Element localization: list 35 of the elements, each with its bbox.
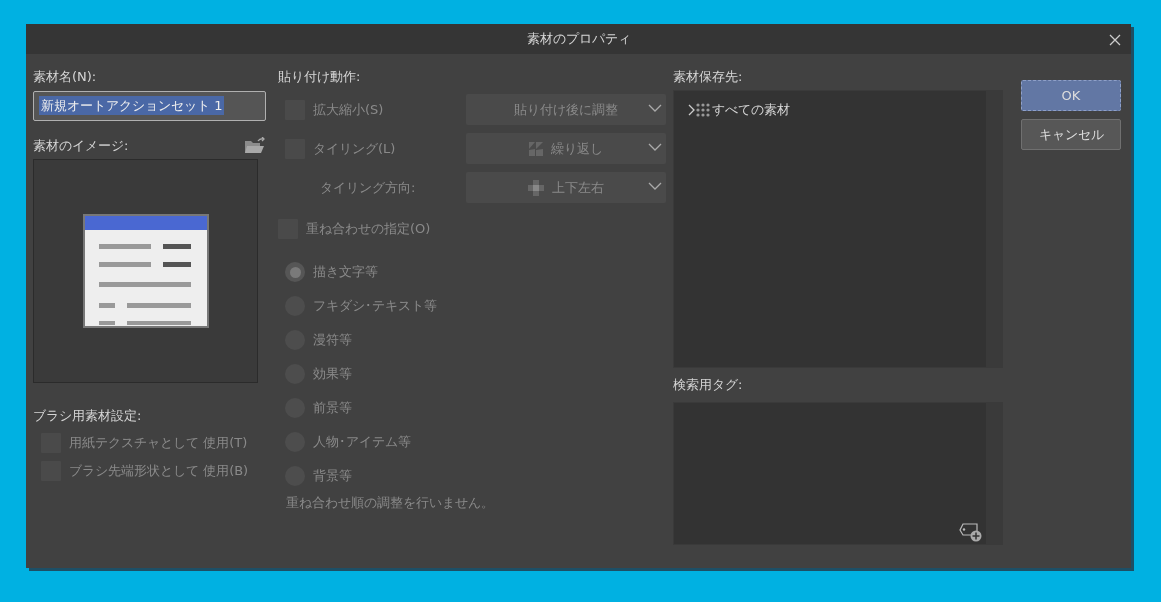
radio-label: 背景等 <box>313 467 352 485</box>
tree-item[interactable]: すべての素材 <box>712 101 790 119</box>
field-label: 素材名(N): <box>33 68 97 86</box>
caret-icon <box>648 142 662 152</box>
radio-label: 効果等 <box>313 365 352 383</box>
caret-icon <box>648 103 662 113</box>
image-label: 素材のイメージ: <box>33 136 129 155</box>
four-way-icon <box>528 179 544 196</box>
radio-button[interactable] <box>285 262 305 282</box>
caret-icon <box>648 181 662 191</box>
checkbox-label: 用紙テクスチャとして 使用(T) <box>69 434 248 452</box>
ok-button[interactable]: OK <box>1021 80 1121 111</box>
checkbox-label: 拡大縮小(S) <box>313 100 384 119</box>
window-title: 素材のプロパティ <box>526 30 631 49</box>
radio-label: 描き文字等 <box>313 263 378 281</box>
folder-icon[interactable] <box>244 136 266 155</box>
grid-dots-icon <box>696 103 712 117</box>
radio-label: フキダシ･テキスト等 <box>313 297 437 315</box>
checkbox-label: 重ね合わせの指定(O) <box>306 220 431 238</box>
section-label: 検索用タグ: <box>673 376 743 394</box>
section-label: 素材保存先: <box>673 68 743 86</box>
radio-label: 人物･アイテム等 <box>313 433 411 451</box>
cancel-button[interactable]: キャンセル <box>1021 119 1121 150</box>
chevron-icon[interactable] <box>688 104 696 116</box>
checkbox-label: ブラシ先端形状として 使用(B) <box>69 462 249 480</box>
radio-label: 前景等 <box>313 399 352 417</box>
section-label: ブラシ用素材設定: <box>33 406 142 425</box>
note-text: 重ね合わせ順の調整を行いません。 <box>286 494 494 512</box>
checkbox-label: タイリング(L) <box>313 139 396 158</box>
name-field[interactable]: 新規オートアクションセット 1 <box>33 90 266 121</box>
tiling-icon <box>529 141 543 156</box>
field-label: タイリング方向: <box>320 178 416 197</box>
section-label: 貼り付け動作: <box>278 68 361 86</box>
radio-label: 漫符等 <box>313 331 352 349</box>
add-tag-icon[interactable] <box>959 522 983 542</box>
